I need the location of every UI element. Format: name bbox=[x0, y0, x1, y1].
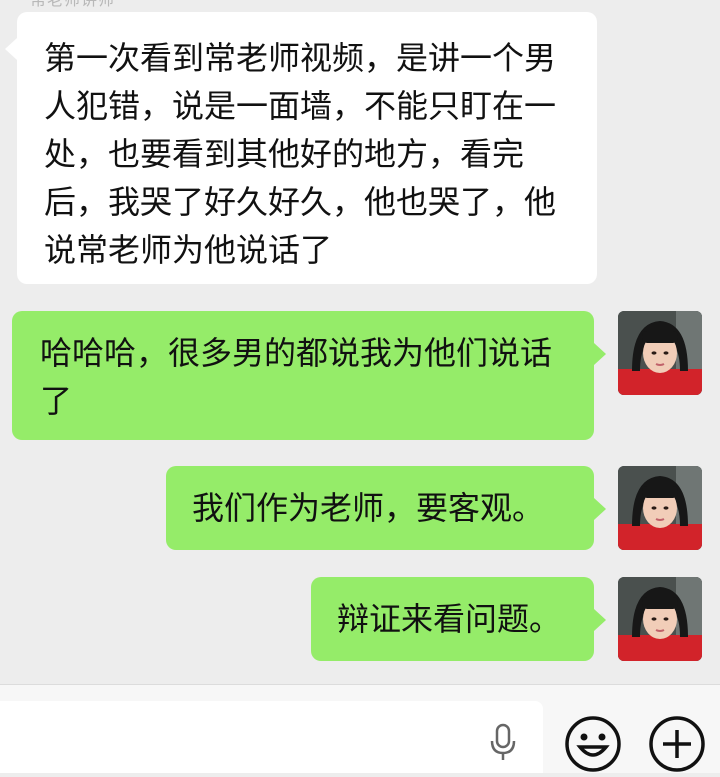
avatar[interactable] bbox=[618, 311, 702, 395]
message-input[interactable] bbox=[0, 701, 543, 773]
message-bubble-outgoing[interactable]: 哈哈哈，很多男的都说我为他们说话了 bbox=[12, 311, 606, 440]
message-text: 哈哈哈，很多男的都说我为他们说话了 bbox=[40, 334, 553, 420]
bubble-tail bbox=[594, 609, 606, 631]
message-bubble-outgoing[interactable]: 我们作为老师，要客观。 bbox=[166, 466, 606, 550]
avatar-photo bbox=[618, 577, 702, 661]
bubble-tail bbox=[594, 498, 606, 520]
avatar[interactable] bbox=[618, 466, 702, 550]
message-text: 我们作为老师，要客观。 bbox=[192, 489, 545, 527]
avatar-photo bbox=[618, 311, 702, 395]
message-text: 第一次看到常老师视频，是讲一个男人犯错，说是一面墙，不能只盯在一处，也要看到其他… bbox=[44, 39, 557, 269]
avatar[interactable] bbox=[618, 577, 702, 661]
message-bubble-outgoing[interactable]: 辩证来看问题。 bbox=[311, 577, 606, 661]
microphone-icon[interactable] bbox=[488, 723, 518, 767]
sender-name: 常老师讲师 bbox=[30, 0, 115, 10]
bubble-tail bbox=[5, 38, 17, 60]
avatar-photo bbox=[618, 466, 702, 550]
emoji-icon[interactable] bbox=[564, 715, 622, 777]
message-text: 辩证来看问题。 bbox=[337, 600, 562, 638]
input-bar bbox=[0, 684, 720, 773]
plus-icon[interactable] bbox=[648, 715, 706, 777]
bubble-tail bbox=[594, 343, 606, 365]
message-bubble-incoming[interactable]: 第一次看到常老师视频，是讲一个男人犯错，说是一面墙，不能只盯在一处，也要看到其他… bbox=[5, 12, 597, 284]
